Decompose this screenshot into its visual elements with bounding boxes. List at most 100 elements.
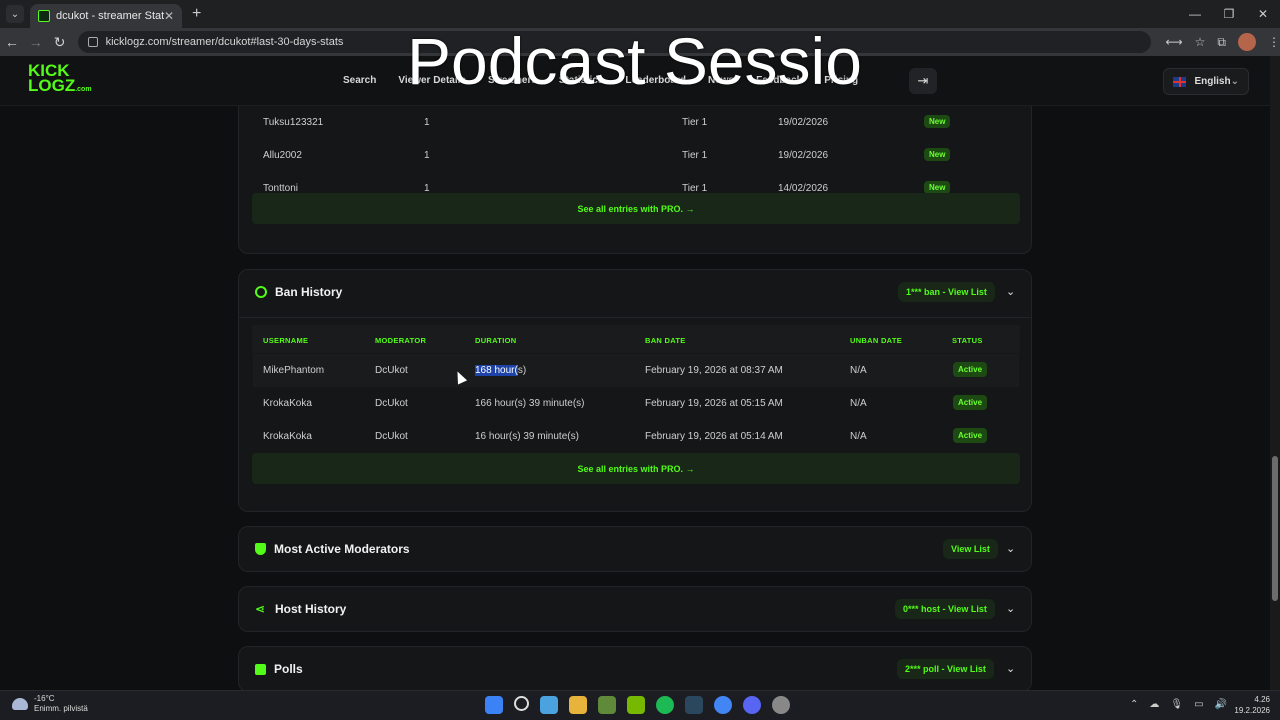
unban-date: N/A (850, 398, 867, 409)
taskbar-apps (485, 696, 790, 714)
moderators-card[interactable]: Most Active Moderators View List ⌄ (238, 526, 1032, 572)
back-arrow-icon[interactable]: ← (0, 34, 24, 50)
ban-view-list-button[interactable]: 1*** ban - View List (898, 282, 995, 302)
ban-date: February 19, 2026 at 05:14 AM (645, 431, 783, 442)
status-badge: Active (953, 428, 988, 443)
translate-icon[interactable]: ⟷ (1165, 35, 1182, 49)
host-view-list-button[interactable]: 0*** host - View List (895, 599, 995, 619)
search-icon[interactable] (514, 696, 529, 711)
extensions-icon[interactable]: ⧉ (1217, 35, 1226, 50)
see-all-label: See all entries with PRO. (577, 463, 684, 474)
minimize-icon[interactable]: — (1178, 0, 1212, 28)
host-history-card[interactable]: ⋖ Host History 0*** host - View List ⌄ (238, 586, 1032, 632)
sub-date: 19/02/2026 (778, 117, 829, 128)
uk-flag-icon (1173, 76, 1187, 87)
spotify-icon[interactable] (656, 696, 674, 714)
page-scrollbar[interactable] (1270, 56, 1280, 690)
tab-title: dcukot - streamer Statistics (56, 10, 164, 22)
sub-tier: Tier 1 (682, 117, 708, 128)
window-controls: — ❐ ✕ (1178, 0, 1280, 28)
microphone-icon[interactable]: 🎙 (1170, 699, 1183, 710)
nvidia-icon[interactable] (627, 696, 645, 714)
ban-icon (255, 286, 267, 298)
toolbar-actions: ⟷ ☆ ⧉ ⋮ (1165, 33, 1280, 51)
ban-duration: 16 hour(s) 39 minute(s) (475, 431, 579, 442)
site-info-icon[interactable] (87, 37, 98, 47)
section-title: Polls (274, 662, 303, 676)
temperature: -16°C (34, 694, 55, 703)
clock-time: 4.26 (1254, 695, 1270, 704)
close-window-icon[interactable]: ✕ (1246, 0, 1280, 28)
arrow-right-icon: → (685, 203, 695, 214)
clock[interactable]: 4.26 19.2.2026 (1234, 694, 1270, 716)
sub-tier: Tier 1 (682, 150, 708, 161)
ban-history-header[interactable]: Ban History (255, 285, 342, 299)
ban-table-header: USERNAME MODERATOR DURATION BAN DATE UNB… (252, 325, 1020, 353)
kicklogz-logo[interactable]: KICK LOGZ.com (28, 62, 92, 97)
status-badge: Active (953, 362, 988, 377)
chevron-down-icon[interactable]: ⌄ (1006, 662, 1015, 675)
file-explorer-icon[interactable] (569, 696, 587, 714)
ban-moderator: DcUkot (375, 365, 408, 376)
ban-duration: 168 hour(s) (475, 365, 526, 376)
chevron-down-icon[interactable]: ⌄ (1006, 602, 1015, 615)
discord-icon[interactable] (743, 696, 761, 714)
polls-header: Polls (255, 662, 303, 676)
logo-bottom: LOGZ (28, 76, 76, 95)
nav-search[interactable]: Search (343, 75, 376, 86)
forward-arrow-icon[interactable]: → (24, 34, 48, 50)
col-moderator: MODERATOR (375, 336, 427, 345)
chevron-up-icon[interactable]: ⌃ (1130, 699, 1138, 710)
col-username: USERNAME (263, 336, 309, 345)
duration-rest: s) (517, 365, 527, 376)
profile-avatar[interactable] (1238, 33, 1256, 51)
new-badge: New (924, 115, 951, 128)
ban-username: MikePhantom (263, 365, 325, 376)
logo-suffix: .com (75, 86, 92, 93)
photos-icon[interactable] (540, 696, 558, 714)
gpu-app-icon[interactable] (598, 696, 616, 714)
bookmark-star-icon[interactable]: ☆ (1195, 35, 1206, 49)
ban-moderator: DcUkot (375, 398, 408, 409)
tab-search-icon[interactable]: ⌄ (6, 5, 24, 23)
browser-menu-icon[interactable]: ⋮ (1268, 35, 1280, 49)
onedrive-icon[interactable]: ☁ (1149, 699, 1159, 710)
tab-close-icon[interactable]: ✕ (164, 9, 174, 23)
ban-username: KrokaKoka (263, 398, 312, 409)
moderators-view-list-button[interactable]: View List (943, 539, 998, 559)
chevron-down-icon[interactable]: ⌄ (1006, 542, 1015, 555)
unban-date: N/A (850, 365, 867, 376)
system-tray: ⌃ ☁ 🎙 ▭ 🔊 (1130, 699, 1227, 710)
language-label: English (1194, 76, 1231, 87)
steam-icon[interactable] (685, 696, 703, 714)
app-icon[interactable] (772, 696, 790, 714)
scrollbar-thumb[interactable] (1272, 456, 1278, 601)
chrome-icon[interactable] (714, 696, 732, 714)
reload-icon[interactable]: ↻ (48, 34, 72, 51)
col-ban-date: BAN DATE (645, 336, 686, 345)
sub-count: 1 (424, 150, 430, 161)
table-row: MikePhantom DcUkot 168 hour(s) February … (253, 354, 1019, 387)
browser-tab[interactable]: dcukot - streamer Statistics ✕ (30, 4, 182, 28)
weather-widget[interactable]: -16°C Enimm. pilvistä (12, 694, 88, 714)
sub-count: 1 (424, 117, 430, 128)
chevron-down-icon[interactable]: ⌄ (1006, 285, 1015, 298)
clock-date: 19.2.2026 (1234, 706, 1270, 715)
section-title: Most Active Moderators (274, 542, 410, 556)
polls-card[interactable]: Polls 2*** poll - View List ⌄ (238, 646, 1032, 690)
windows-start-icon[interactable] (485, 696, 503, 714)
polls-view-list-button[interactable]: 2*** poll - View List (897, 659, 994, 679)
volume-icon[interactable]: 🔊 (1215, 699, 1227, 710)
ban-moderator: DcUkot (375, 431, 408, 442)
subscribers-card: Tuksu123321 1 Tier 1 19/02/2026 New Allu… (238, 106, 1032, 254)
maximize-icon[interactable]: ❐ (1212, 0, 1246, 28)
see-all-pro-link[interactable]: See all entries with PRO. → (252, 453, 1020, 484)
login-icon[interactable]: ⇥ (909, 68, 937, 94)
display-icon[interactable]: ▭ (1194, 699, 1203, 710)
site-favicon-icon (38, 10, 50, 22)
new-tab-plus-icon[interactable]: + (192, 5, 201, 23)
see-all-pro-link[interactable]: See all entries with PRO. → (252, 193, 1020, 224)
table-row: Allu2002 1 Tier 1 19/02/2026 New (253, 139, 1019, 172)
language-selector[interactable]: English ⌄ (1163, 68, 1249, 95)
table-row: Tuksu123321 1 Tier 1 19/02/2026 New (253, 106, 1019, 139)
